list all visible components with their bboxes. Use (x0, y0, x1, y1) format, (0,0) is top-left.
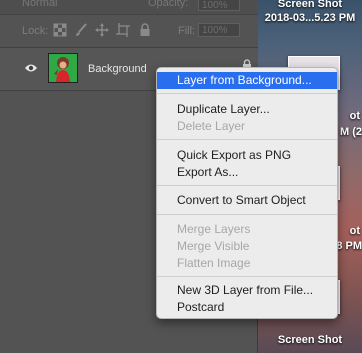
blend-mode-select[interactable]: Normal (22, 0, 57, 9)
menu-item-merge-layers[interactable]: Merge Layers (157, 221, 337, 238)
chimp-thumbnail-image (49, 54, 77, 82)
opacity-field[interactable]: 100% (198, 0, 240, 11)
desktop-file-label: 2018-03...5.23 PM (264, 12, 356, 24)
menu-separator (157, 139, 337, 140)
lock-image-pixels-brush-icon[interactable] (74, 23, 88, 37)
menu-item-flatten-image[interactable]: Flatten Image (157, 255, 337, 272)
desktop-file-label: Screen Shot (277, 334, 343, 346)
menu-separator (157, 276, 337, 277)
menu-item-layer-from-background[interactable]: Layer from Background... (157, 72, 337, 89)
menu-item-merge-visible[interactable]: Merge Visible (157, 238, 337, 255)
lock-artboard-icon[interactable] (116, 23, 130, 37)
menu-item-convert-to-smart-object[interactable]: Convert to Smart Object (157, 192, 337, 209)
layer-name: Background (88, 63, 147, 75)
eye-visibility-icon[interactable] (24, 63, 38, 73)
menu-separator (157, 93, 337, 94)
layer-thumbnail (48, 53, 78, 83)
fill-field[interactable]: 100% (198, 23, 240, 37)
lock-all-icon[interactable] (138, 23, 152, 37)
menu-item-postcard[interactable]: Postcard (157, 299, 337, 316)
menu-item-new-3d-layer-from-file[interactable]: New 3D Layer from File... (157, 282, 337, 299)
menu-item-delete-layer[interactable]: Delete Layer (157, 118, 337, 135)
lock-transparent-pixels-icon[interactable] (53, 23, 67, 37)
lock-position-move-icon[interactable] (95, 23, 109, 37)
desktop-file-label: Screen Shot (277, 0, 343, 10)
layer-context-menu: Layer from Background... Duplicate Layer… (156, 67, 338, 319)
menu-item-duplicate-layer[interactable]: Duplicate Layer... (157, 101, 337, 118)
lock-label: Lock: (22, 25, 49, 37)
menu-separator (157, 185, 337, 186)
fill-label: Fill: (178, 25, 196, 37)
lock-row: Lock: Fill: 100% (0, 15, 258, 48)
menu-item-quick-export-png[interactable]: Quick Export as PNG (157, 147, 337, 164)
blend-opacity-row: Normal Opacity: 100% (0, 0, 258, 15)
opacity-label: Opacity: (148, 0, 189, 9)
menu-item-export-as[interactable]: Export As... (157, 164, 337, 181)
menu-separator (157, 214, 337, 215)
